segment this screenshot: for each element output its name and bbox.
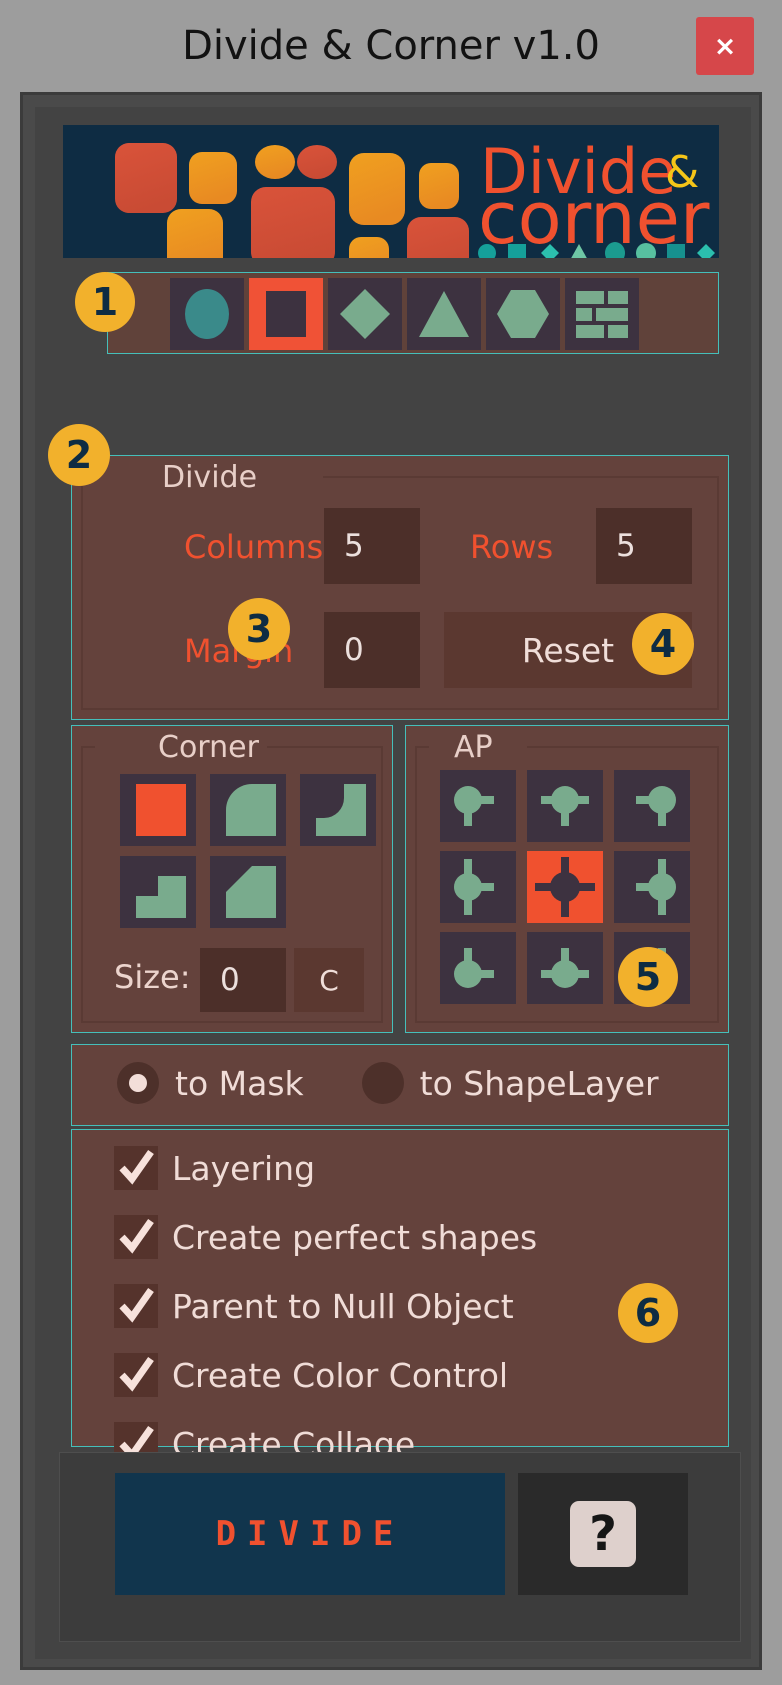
checkbox-box[interactable] — [114, 1146, 158, 1190]
diamond-icon — [340, 289, 390, 339]
margin-input[interactable]: 0 — [324, 612, 420, 688]
ap-option-top-left[interactable] — [440, 770, 516, 842]
question-mark-icon: ? — [570, 1501, 636, 1567]
checkbox-label: Create perfect shapes — [172, 1217, 538, 1257]
ap-option-middle-left[interactable] — [440, 851, 516, 923]
checkmark-icon — [119, 1287, 154, 1323]
callout-badge-6: 6 — [618, 1283, 678, 1343]
anchor-middle-right-icon — [636, 859, 676, 915]
divide-button-label: DIVIDE — [215, 1514, 405, 1554]
ap-option-center[interactable] — [527, 851, 603, 923]
divide-group-label: Divide — [154, 460, 266, 495]
close-icon: × — [713, 30, 737, 62]
divide-button[interactable]: DIVIDE — [115, 1473, 505, 1595]
rows-label: Rows — [470, 528, 554, 566]
checkbox-label: Create Color Control — [172, 1355, 509, 1395]
columns-label: Columns — [184, 528, 324, 566]
shape-button-hexagon[interactable] — [486, 278, 560, 350]
corner-bevel-icon — [226, 866, 276, 918]
radio-to-shapelayer[interactable] — [361, 1062, 404, 1104]
columns-input[interactable]: 5 — [324, 508, 420, 584]
corner-option-inverted-round[interactable] — [300, 774, 376, 846]
panel-inner: Divide & corner Divide Columns 5 Rows 5 … — [35, 107, 751, 1659]
shape-button-ellipse[interactable] — [170, 278, 244, 350]
hexagon-icon — [497, 290, 549, 338]
radio-to-mask[interactable] — [117, 1062, 159, 1104]
corner-group-label: Corner — [150, 730, 267, 765]
checkmark-icon — [119, 1149, 154, 1185]
callout-badge-4: 4 — [632, 613, 694, 675]
logo-artwork: Divide & corner — [115, 135, 715, 258]
square-icon — [266, 291, 306, 337]
ap-group-label: AP — [446, 730, 501, 765]
radio-to-shapelayer-label: to ShapeLayer — [419, 1063, 659, 1103]
divide-group: Divide Columns 5 Rows 5 Margin 0 Reset — [71, 455, 729, 720]
corner-size-label: Size: — [114, 958, 191, 996]
corner-step-icon — [136, 876, 186, 918]
help-button[interactable]: ? — [518, 1473, 688, 1595]
checkbox-item-color-control[interactable]: Create Color Control — [114, 1353, 508, 1397]
corner-inverted-round-icon — [316, 784, 366, 836]
anchor-top-right-icon — [636, 786, 676, 826]
checkbox-box[interactable] — [114, 1284, 158, 1328]
close-button[interactable]: × — [696, 17, 754, 75]
shape-toolbar-row — [170, 278, 639, 350]
output-mode-group: to Mask to ShapeLayer — [71, 1044, 729, 1126]
anchor-center-icon — [535, 857, 595, 917]
window-title: Divide & Corner v1.0 — [182, 23, 600, 69]
ellipse-icon — [185, 289, 229, 339]
anchor-top-left-icon — [454, 786, 494, 826]
callout-badge-5: 5 — [618, 947, 678, 1007]
ap-group: AP — [405, 725, 729, 1033]
corner-options-grid — [120, 774, 376, 928]
checkbox-item-layering[interactable]: Layering — [114, 1146, 315, 1190]
callout-badge-1: 1 — [75, 272, 135, 332]
shape-button-rectangle[interactable] — [249, 278, 323, 350]
corner-option-none[interactable] — [120, 774, 196, 846]
shape-button-triangle[interactable] — [407, 278, 481, 350]
main-panel: Divide & corner Divide Columns 5 Rows 5 … — [20, 92, 762, 1670]
callout-badge-2: 2 — [48, 424, 110, 486]
corner-group: Corner Size: 0 C — [71, 725, 393, 1033]
checkbox-item-perfect-shapes[interactable]: Create perfect shapes — [114, 1215, 537, 1259]
anchor-bottom-left-icon — [454, 948, 494, 988]
ap-option-bottom-center[interactable] — [527, 932, 603, 1004]
ap-option-top-right[interactable] — [614, 770, 690, 842]
checkbox-label: Parent to Null Object — [172, 1286, 514, 1326]
brick-grid-icon — [576, 291, 628, 338]
radio-dot-selected — [129, 1074, 147, 1092]
corner-c-button[interactable]: C — [294, 948, 364, 1012]
checkmark-icon — [119, 1356, 154, 1392]
logo-banner: Divide & corner — [63, 125, 719, 258]
shape-button-brick[interactable] — [565, 278, 639, 350]
shape-button-diamond[interactable] — [328, 278, 402, 350]
radio-to-mask-label: to Mask — [175, 1063, 304, 1103]
anchor-middle-left-icon — [454, 859, 494, 915]
triangle-icon — [419, 291, 469, 337]
corner-size-input[interactable]: 0 — [200, 948, 286, 1012]
corner-round-icon — [226, 784, 276, 836]
corner-option-round[interactable] — [210, 774, 286, 846]
anchor-top-center-icon — [541, 786, 589, 826]
checkbox-box[interactable] — [114, 1353, 158, 1397]
checkmark-icon — [119, 1218, 154, 1254]
checkbox-label: Layering — [172, 1148, 316, 1188]
shape-toolbar — [107, 272, 719, 354]
ap-option-middle-right[interactable] — [614, 851, 690, 923]
footer-bar: DIVIDE ? — [59, 1452, 741, 1642]
ap-option-top-center[interactable] — [527, 770, 603, 842]
callout-badge-3: 3 — [228, 598, 290, 660]
corner-none-icon — [136, 784, 186, 836]
corner-option-bevel[interactable] — [210, 856, 286, 928]
title-bar: Divide & Corner v1.0 × — [0, 0, 782, 92]
corner-option-step[interactable] — [120, 856, 196, 928]
rows-input[interactable]: 5 — [596, 508, 692, 584]
anchor-bottom-center-icon — [541, 948, 589, 988]
checkbox-item-parent-null[interactable]: Parent to Null Object — [114, 1284, 514, 1328]
checkbox-box[interactable] — [114, 1215, 158, 1259]
output-mode-row: to Mask to ShapeLayer — [117, 1062, 659, 1104]
ap-option-bottom-left[interactable] — [440, 932, 516, 1004]
